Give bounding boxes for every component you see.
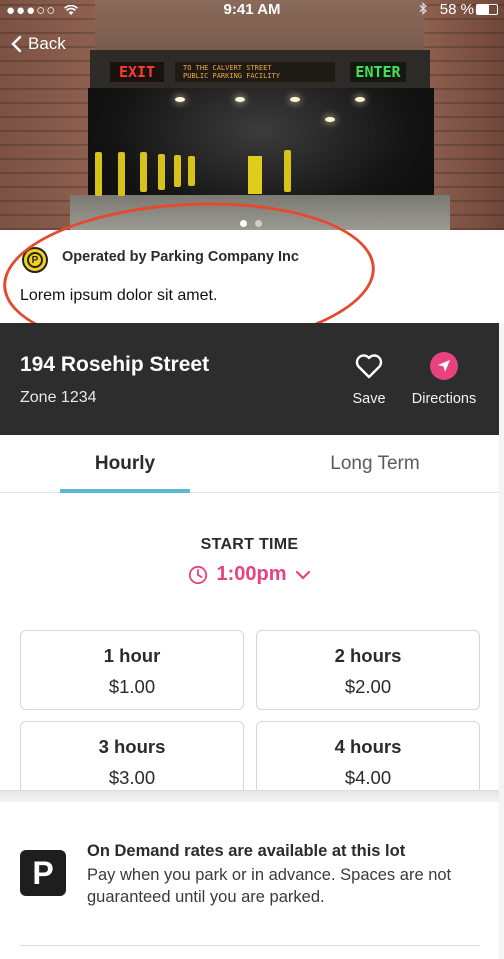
start-time-picker[interactable]: 1:00pm [0, 563, 499, 586]
status-bar: ●●●○○ 9:41 AM 58 % [0, 0, 504, 20]
chevron-down-icon [295, 570, 310, 580]
bollard [188, 156, 195, 186]
operator-section: P Operated by Parking Company Inc Lorem … [0, 230, 504, 323]
on-demand-info: P On Demand rates are available at this … [0, 802, 499, 959]
rate-card-2-hours[interactable]: 2 hours $2.00 [256, 630, 480, 710]
tab-long-term[interactable]: Long Term [300, 453, 450, 475]
location-header: 194 Rosehip Street Zone 1234 Save Direct… [0, 323, 499, 435]
parking-icon: P [20, 850, 66, 896]
battery-level [477, 5, 489, 14]
rate-options: 1 hour $1.00 2 hours $2.00 3 hours $3.00… [20, 630, 480, 790]
bollard [118, 152, 125, 196]
back-label: Back [28, 34, 66, 53]
active-tab-indicator [60, 489, 190, 493]
carousel-dot-1[interactable] [240, 220, 247, 227]
bollard [284, 150, 291, 192]
facility-sign-line1: TO THE CALVERT STREET [183, 64, 272, 72]
rate-tabs: Hourly Long Term [0, 435, 499, 493]
enter-sign: ENTER [350, 62, 406, 82]
carousel-dot-2[interactable] [255, 220, 263, 227]
chevron-left-icon [11, 35, 22, 53]
directions-label: Directions [411, 391, 477, 407]
facility-sign: TO THE CALVERT STREET PUBLIC PARKING FAC… [175, 62, 335, 82]
rate-price: $1.00 [108, 676, 156, 697]
battery-icon [476, 4, 498, 15]
ceiling-light [235, 97, 245, 102]
exit-sign: EXIT [110, 62, 164, 82]
zone-label: Zone 1234 [20, 389, 97, 406]
address-title: 194 Rosehip Street [20, 353, 210, 376]
directions-icon [430, 352, 458, 380]
facility-sign-line2: PUBLIC PARKING FACILITY [183, 72, 280, 80]
battery-percent: 58 % [439, 1, 474, 18]
rate-card-4-hours[interactable]: 4 hours $4.00 [256, 721, 480, 790]
ceiling-light [325, 117, 335, 122]
bollard [174, 155, 181, 187]
rate-price: $2.00 [344, 676, 392, 697]
rate-price: $3.00 [108, 767, 156, 788]
battery-status: 58 % [419, 1, 474, 18]
start-time-label: START TIME [200, 536, 299, 553]
clock-icon [189, 565, 208, 584]
bollard [158, 154, 165, 190]
save-label: Save [352, 391, 386, 407]
lot-photo[interactable]: EXIT TO THE CALVERT STREET PUBLIC PARKIN… [0, 0, 504, 230]
on-demand-title: On Demand rates are available at this lo… [87, 842, 406, 860]
rate-price: $4.00 [344, 767, 392, 788]
operator-name: Operated by Parking Company Inc [62, 249, 299, 265]
directions-button[interactable]: Directions [404, 351, 484, 407]
bollard [95, 152, 102, 196]
rate-card-3-hours[interactable]: 3 hours $3.00 [20, 721, 244, 790]
back-button[interactable]: Back [10, 34, 66, 54]
rate-duration: 4 hours [334, 736, 402, 757]
carousel-dots[interactable] [238, 214, 264, 230]
rate-duration: 1 hour [103, 645, 161, 666]
bollard [140, 152, 147, 192]
ticket-booth [248, 156, 262, 194]
ceiling-light [175, 97, 185, 102]
section-divider [0, 790, 499, 802]
navigation-arrow-icon [438, 360, 450, 372]
tab-hourly[interactable]: Hourly [60, 453, 190, 475]
bottom-divider [20, 945, 480, 946]
ceiling-light [355, 97, 365, 102]
operator-logo-letter: P [27, 252, 43, 268]
rate-duration: 2 hours [334, 645, 402, 666]
bluetooth-icon [419, 2, 427, 15]
start-time-value: 1:00pm [216, 563, 287, 585]
rate-duration: 3 hours [98, 736, 166, 757]
ceiling-light [290, 97, 300, 102]
heart-icon [355, 354, 383, 379]
rate-card-1-hour[interactable]: 1 hour $1.00 [20, 630, 244, 710]
scroll-gutter [499, 323, 504, 959]
on-demand-description: Pay when you park or in advance. Spaces … [87, 866, 452, 906]
operator-description: Lorem ipsum dolor sit amet. [20, 287, 218, 304]
save-button[interactable]: Save [344, 351, 394, 407]
operator-logo: P [22, 247, 48, 273]
